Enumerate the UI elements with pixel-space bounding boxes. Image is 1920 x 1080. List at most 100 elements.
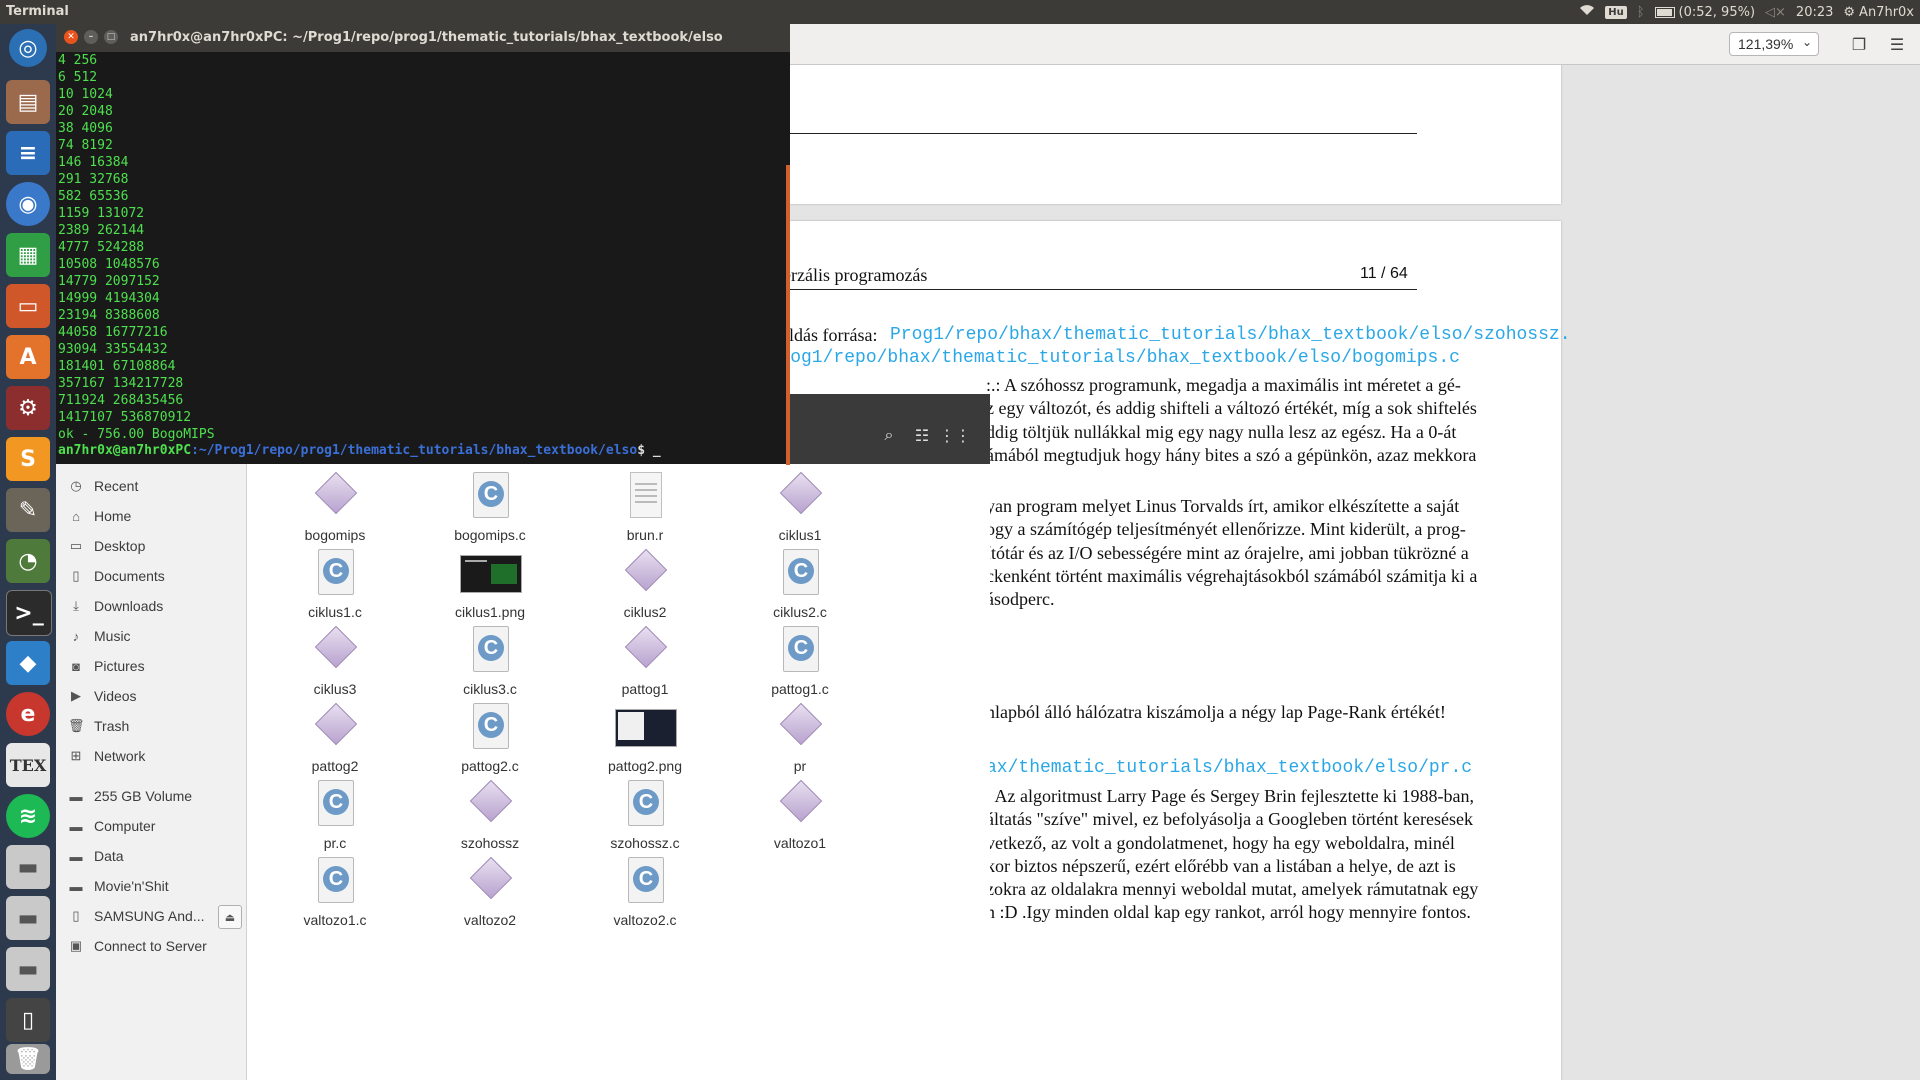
sidebar-item-samsung[interactable]: ▯ SAMSUNG And... ⏏ [56, 902, 246, 930]
sidebar-item-data[interactable]: ▬ Data [56, 842, 246, 870]
username: An7hr0x [1859, 4, 1914, 20]
file-item[interactable]: ciklus1.png [420, 549, 560, 625]
sidebar-item-videos[interactable]: ▶ Videos [56, 682, 246, 710]
close-icon[interactable]: ✕ [64, 30, 78, 44]
writer-icon[interactable]: ≡ [6, 131, 50, 175]
software-center-icon[interactable]: A [6, 335, 50, 379]
zoom-select[interactable]: 121,39% ⌄ [1729, 32, 1819, 56]
file-item[interactable]: ciklus2 [575, 548, 715, 625]
terminal-output-line: 2389 262144 [58, 223, 145, 238]
sidebar-item-downloads[interactable]: ⤓ Downloads [56, 592, 246, 620]
sidebar-item-documents[interactable]: ▯ Documents [56, 562, 246, 590]
file-item[interactable]: Cpattog1.c [730, 626, 870, 702]
calc-icon[interactable]: ▦ [6, 233, 50, 277]
drive-icon[interactable]: ▬ [6, 845, 50, 889]
sidebar-item-movies[interactable]: ▬ Movie'n'Shit [56, 872, 246, 900]
bookmark-icon[interactable]: ❐ [1848, 34, 1870, 54]
battery-indicator[interactable]: (0:52, 95%) [1654, 5, 1755, 20]
c-source-icon: C [622, 780, 668, 826]
paragraph-szohossz-line: z egy változót, és addig shifteli a vált… [986, 398, 1477, 418]
terminal-prompt[interactable]: an7hr0x@an7hr0xPC:~/Prog1/repo/prog1/the… [58, 443, 661, 458]
c-source-icon: C [467, 626, 513, 672]
sidebar-item-label: Connect to Server [94, 938, 207, 954]
system-settings-icon[interactable]: ⚙ [6, 386, 50, 430]
minimize-icon[interactable]: – [84, 30, 98, 44]
file-item[interactable]: Cvaltozo1.c [265, 857, 405, 933]
file-item[interactable]: bogomips [265, 471, 405, 548]
file-item[interactable]: pattog2 [265, 702, 405, 779]
source-link-pr[interactable]: ax/thematic_tutorials/bhax_textbook/elso… [986, 758, 1472, 778]
source-link-bogomips[interactable]: c,Prog1/repo/bhax/thematic_tutorials/bha… [747, 348, 1460, 368]
chromium-icon[interactable]: ◉ [6, 182, 50, 226]
grid-view-icon[interactable]: ⋮⋮ [939, 422, 971, 448]
terminal-output-line: 1159 131072 [58, 206, 145, 221]
file-item[interactable]: szohossz [420, 779, 560, 856]
list-view-icon[interactable]: ☷ [909, 422, 935, 448]
clock[interactable]: 20:23 [1796, 5, 1833, 20]
file-item[interactable]: pr [730, 702, 870, 779]
menu-icon[interactable]: ☰ [1886, 34, 1908, 54]
file-item[interactable]: ciklus3 [265, 625, 405, 702]
gimp-icon[interactable]: ✎ [6, 488, 50, 532]
file-item[interactable]: ciklus1 [730, 471, 870, 548]
maximize-icon[interactable]: □ [104, 30, 118, 44]
drive-icon[interactable]: ▬ [6, 896, 50, 940]
sidebar-item-volume[interactable]: ▬ 255 GB Volume [56, 782, 246, 810]
file-item[interactable]: pattog2.png [575, 703, 715, 779]
drive-icon[interactable]: ▬ [6, 947, 50, 991]
file-item[interactable]: Cciklus2.c [730, 549, 870, 625]
phone-icon[interactable]: ▯ [6, 998, 50, 1042]
spotify-icon[interactable]: ≋ [6, 794, 50, 838]
sidebar-item-pictures[interactable]: ◙ Pictures [56, 652, 246, 680]
paragraph-szohossz-line: ddig töltjük nullákkal mig egy nagy null… [986, 422, 1457, 442]
terminal-titlebar[interactable]: ✕ – □ an7hr0x@an7hr0xPC: ~/Prog1/repo/pr… [56, 24, 790, 52]
file-item[interactable]: brun.r [575, 472, 715, 548]
impress-icon[interactable]: ▭ [6, 284, 50, 328]
file-item[interactable]: Cciklus3.c [420, 626, 560, 702]
bluetooth-icon[interactable]: ᛒ [1637, 5, 1645, 20]
file-item[interactable]: Cszohossz.c [575, 780, 715, 856]
sidebar-item-computer[interactable]: ▬ Computer [56, 812, 246, 840]
wifi-icon[interactable] [1579, 4, 1595, 20]
files-icon[interactable]: ▤ [6, 80, 50, 124]
sidebar-item-trash[interactable]: 🗑 Trash [56, 712, 246, 740]
sidebar-item-label: Computer [94, 818, 156, 834]
search-icon[interactable]: ⌕ [876, 422, 902, 448]
c-source-icon: C [467, 472, 513, 518]
sidebar-item-desktop[interactable]: ▭ Desktop [56, 532, 246, 560]
keyboard-layout-indicator[interactable]: Hu [1605, 5, 1627, 19]
file-item[interactable]: Cpr.c [265, 780, 405, 856]
sidebar-item-network[interactable]: ⊞ Network [56, 742, 246, 770]
file-item[interactable]: Cbogomips.c [420, 472, 560, 548]
terminal-icon[interactable]: >_ [6, 590, 52, 636]
eject-icon[interactable]: ⏏ [218, 905, 242, 929]
file-item[interactable]: valtozo2 [420, 856, 560, 933]
file-item[interactable]: pattog1 [575, 625, 715, 702]
terminal-output-line: 357167 134217728 [58, 376, 184, 391]
terminal-output[interactable]: 4 256 6 512 10 1024 20 2048 38 4096 74 8… [56, 52, 790, 464]
source-link-szohossz[interactable]: Prog1/repo/bhax/thematic_tutorials/bhax_… [890, 325, 1571, 345]
sidebar-item-recent[interactable]: ◷ Recent [56, 472, 246, 500]
trash-icon[interactable]: 🗑 [6, 1044, 50, 1074]
user-menu[interactable]: ⚙ An7hr0x [1843, 5, 1914, 20]
sidebar-item-music[interactable]: ♪ Music [56, 622, 246, 650]
ubuntu-dash-icon[interactable]: ◎ [9, 29, 47, 67]
terminal-output-line: 93094 33554432 [58, 342, 168, 357]
terminal-output-line: 10508 1048576 [58, 257, 160, 272]
sidebar-item-home[interactable]: ⌂ Home [56, 502, 246, 530]
window-edge-accent [786, 165, 790, 465]
file-item[interactable]: Cciklus1.c [265, 549, 405, 625]
texmaker-icon[interactable]: TEX [6, 743, 50, 787]
file-item[interactable]: Cpattog2.c [420, 703, 560, 779]
sidebar-item-label: 255 GB Volume [94, 788, 193, 804]
emacs-icon[interactable]: e [6, 692, 50, 736]
file-item[interactable]: Cvaltozo2.c [575, 857, 715, 933]
sublime-icon[interactable]: S [6, 437, 50, 481]
volume-muted-icon[interactable]: ◁× [1765, 5, 1786, 20]
sidebar-item-connect-to-server[interactable]: ▣ Connect to Server [56, 932, 246, 960]
file-item[interactable]: valtozo1 [730, 779, 870, 856]
terminal-output-line: 14779 2097152 [58, 274, 160, 289]
system-monitor-icon[interactable]: ◔ [6, 539, 50, 583]
terminal-output-line: ok - 756.00 BogoMIPS [58, 427, 215, 442]
virtualbox-icon[interactable]: ◆ [6, 641, 50, 685]
